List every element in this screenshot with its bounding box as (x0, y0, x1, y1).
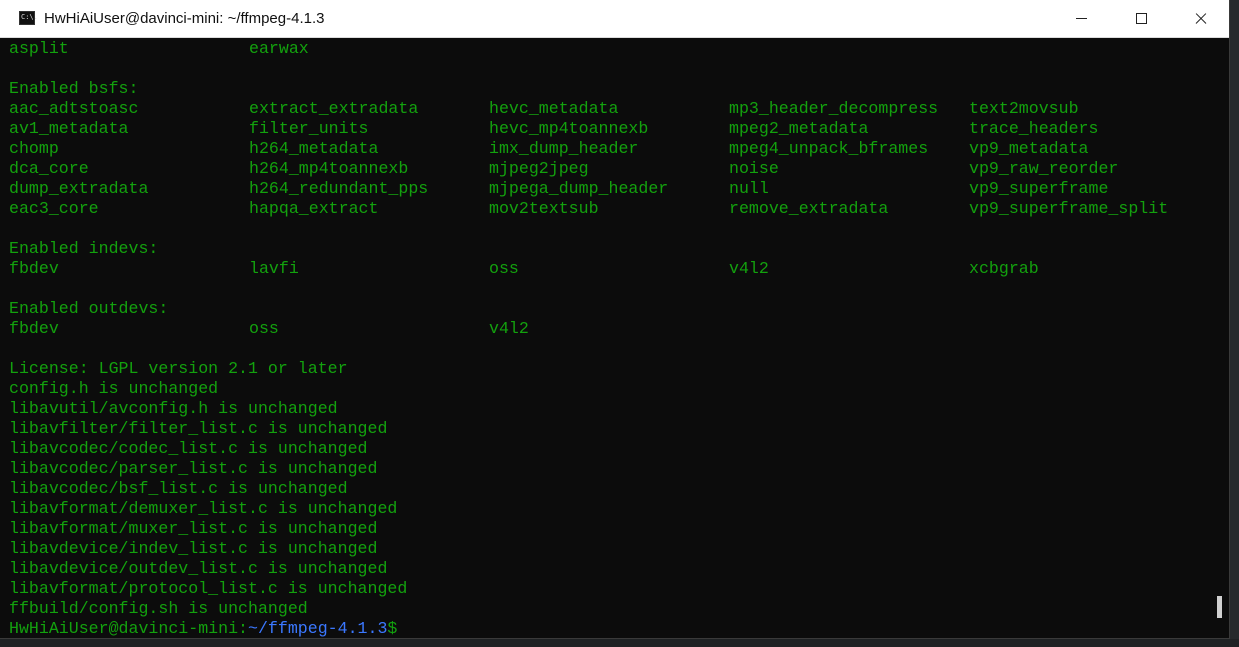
log-line: libavcodec/parser_list.c is unchanged (9, 459, 378, 478)
terminal-cell: v4l2 (489, 319, 529, 338)
title-bar[interactable]: C:\. HwHiAiUser@davinci-mini: ~/ffmpeg-4… (0, 0, 1229, 38)
prompt-suffix: $ (387, 619, 398, 638)
section-header-indevs: Enabled indevs: (9, 239, 159, 258)
bsfs-table: aac_adtstoasc extract_extradata hevc_metad… (9, 99, 1209, 219)
bsfs-row: aac_adtstoasc extract_extradata hevc_metad… (9, 99, 1209, 119)
terminal-cell: earwax (249, 39, 309, 58)
terminal-cell: dump_extradata (9, 179, 149, 198)
terminal-cell: h264_metadata (249, 139, 379, 158)
terminal-cell: mjpega_dump_header (489, 179, 669, 198)
terminal-cell: xcbgrab (969, 259, 1039, 278)
terminal-cell: mpeg4_unpack_bframes (729, 139, 929, 158)
section-header-outdevs: Enabled outdevs: (9, 299, 169, 318)
log-output: License: LGPL version 2.1 or later config… (9, 359, 1209, 619)
terminal-cell: vp9_superframe (969, 179, 1109, 198)
terminal-cell: aac_adtstoasc (9, 99, 139, 118)
terminal-cell: vp9_raw_reorder (969, 159, 1119, 178)
window-title: HwHiAiUser@davinci-mini: ~/ffmpeg-4.1.3 (44, 10, 325, 27)
close-button[interactable] (1171, 0, 1231, 37)
terminal-cell: remove_extradata (729, 199, 889, 218)
terminal-line: asplit earwax (9, 39, 1209, 59)
terminal-cell: v4l2 (729, 259, 769, 278)
maximize-icon (1135, 13, 1147, 24)
log-line: ffbuild/config.sh is unchanged (9, 599, 308, 618)
bsfs-row: eac3_core hapqa_extract mov2textsub remove_… (9, 199, 1209, 219)
log-line: libavdevice/outdev_list.c is unchanged (9, 559, 388, 578)
terminal-cell: mjpeg2jpeg (489, 159, 589, 178)
terminal-cell: av1_metadata (9, 119, 129, 138)
terminal-cell: null (729, 179, 769, 198)
terminal-cell: imx_dump_header (489, 139, 639, 158)
console-icon[interactable]: C:\. (19, 11, 38, 25)
minimize-button[interactable] (1051, 0, 1111, 37)
terminal-cell: h264_redundant_pps (249, 179, 429, 198)
log-line: config.h is unchanged (9, 379, 219, 398)
terminal-cell: lavfi (249, 259, 299, 278)
terminal-cell: fbdev (9, 259, 59, 278)
prompt-path: ~/ffmpeg-4.1.3 (248, 619, 388, 638)
terminal-cell: filter_units (249, 119, 369, 138)
terminal-cell: trace_headers (969, 119, 1099, 138)
terminal-cell: text2movsub (969, 99, 1079, 118)
terminal-cell: asplit (9, 39, 69, 58)
scrollbar-thumb[interactable] (1217, 596, 1222, 618)
desktop-background-bottom (0, 639, 1239, 647)
terminal-cell: extract_extradata (249, 99, 419, 118)
console-icon-glyph: C:\. (21, 13, 38, 21)
terminal-cell: dca_core (9, 159, 89, 178)
terminal-cell: mp3_header_decompress (729, 99, 939, 118)
log-line: License: LGPL version 2.1 or later (9, 359, 348, 378)
close-icon (1194, 12, 1208, 26)
bsfs-row: dump_extradata h264_redundant_pps mjpega_d… (9, 179, 1209, 199)
log-line: libavcodec/codec_list.c is unchanged (9, 439, 368, 458)
terminal-cell: hevc_metadata (489, 99, 619, 118)
section-header-bsfs: Enabled bsfs: (9, 79, 139, 98)
terminal-cell: oss (249, 319, 279, 338)
terminal-cell: hapqa_extract (249, 199, 379, 218)
bsfs-row: av1_metadata filter_units hevc_mp4toannexb… (9, 119, 1209, 139)
terminal-cell: vp9_superframe_split (969, 199, 1169, 218)
log-line: libavdevice/indev_list.c is unchanged (9, 539, 378, 558)
shell-prompt[interactable]: HwHiAiUser@davinci-mini:~/ffmpeg-4.1.3$ (9, 619, 1209, 639)
log-line: libavformat/protocol_list.c is unchanged (9, 579, 408, 598)
terminal-cell: eac3_core (9, 199, 99, 218)
minimize-icon (1075, 18, 1087, 19)
outdevs-row: fbdev oss v4l2 (9, 319, 1209, 339)
log-line: libavformat/demuxer_list.c is unchanged (9, 499, 398, 518)
terminal-cell: mpeg2_metadata (729, 119, 869, 138)
terminal-window: C:\. HwHiAiUser@davinci-mini: ~/ffmpeg-4… (0, 0, 1230, 639)
log-line: libavcodec/bsf_list.c is unchanged (9, 479, 348, 498)
terminal-cell: oss (489, 259, 519, 278)
maximize-button[interactable] (1111, 0, 1171, 37)
log-line: libavfilter/filter_list.c is unchanged (9, 419, 388, 438)
desktop-background-strip (1230, 0, 1239, 647)
log-line: libavformat/muxer_list.c is unchanged (9, 519, 378, 538)
log-line: libavutil/avconfig.h is unchanged (9, 399, 338, 418)
terminal-cell: h264_mp4toannexb (249, 159, 409, 178)
bsfs-row: chomp h264_metadata imx_dump_header mpeg4_u… (9, 139, 1209, 159)
bsfs-row: dca_core h264_mp4toannexb mjpeg2jpeg noise v… (9, 159, 1209, 179)
indevs-row: fbdev lavfi oss v4l2 xcbgrab (9, 259, 1209, 279)
terminal-cell: fbdev (9, 319, 59, 338)
terminal-cell: mov2textsub (489, 199, 599, 218)
terminal-cell: vp9_metadata (969, 139, 1089, 158)
prompt-user-host: HwHiAiUser@davinci-mini: (9, 619, 248, 638)
terminal-cell: noise (729, 159, 779, 178)
terminal-cell: hevc_mp4toannexb (489, 119, 649, 138)
terminal-output[interactable]: asplit earwax Enabled bsfs: aac_adtstoas… (9, 39, 1209, 639)
terminal-cell: chomp (9, 139, 59, 158)
